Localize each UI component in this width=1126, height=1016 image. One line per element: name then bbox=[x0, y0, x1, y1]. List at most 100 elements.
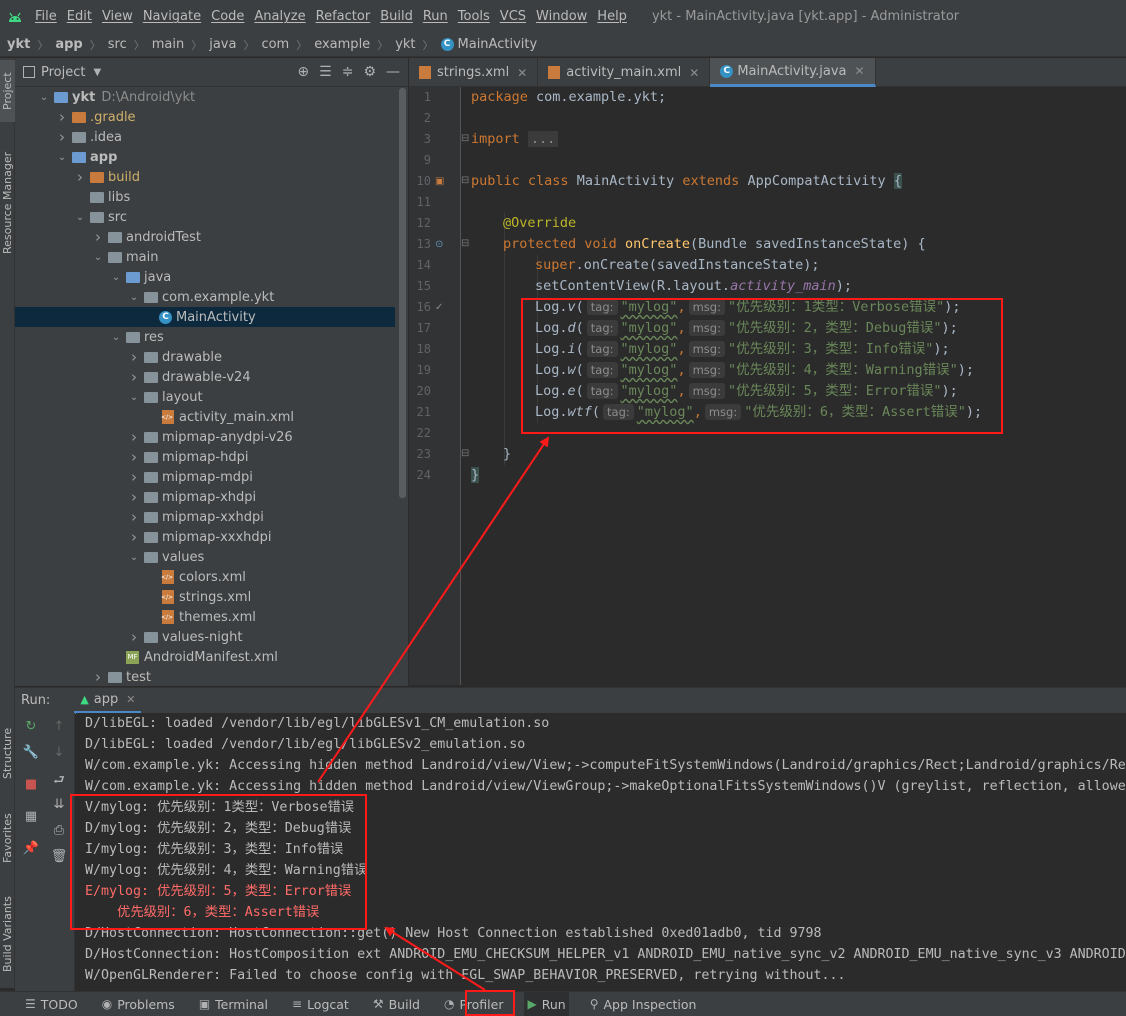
layout-file-icon[interactable]: ▣ bbox=[435, 171, 444, 192]
chevron-right-icon[interactable]: › bbox=[127, 468, 141, 486]
tree-item[interactable]: › mipmap-xhdpi bbox=[15, 487, 395, 507]
breadcrumb-item[interactable]: example bbox=[311, 37, 373, 52]
tree-item[interactable]: MF AndroidManifest.xml bbox=[15, 647, 395, 667]
chevron-down-icon[interactable]: ⌄ bbox=[37, 92, 51, 103]
tree-item[interactable]: › mipmap-anydpi-v26 bbox=[15, 427, 395, 447]
layout-icon[interactable]: ▦ bbox=[21, 809, 41, 824]
tree-item[interactable]: › build bbox=[15, 167, 395, 187]
chevron-right-icon[interactable]: › bbox=[127, 448, 141, 466]
tool-window-terminal[interactable]: ▣ Terminal bbox=[196, 992, 271, 1016]
tree-item[interactable]: ⌄ com.example.ykt bbox=[15, 287, 395, 307]
tree-item[interactable]: themes.xml bbox=[15, 607, 395, 627]
chevron-down-icon[interactable]: ⌄ bbox=[55, 152, 69, 163]
up-arrow-icon[interactable]: ↑ bbox=[49, 719, 69, 734]
tool-window-app-inspection[interactable]: ⚲ App Inspection bbox=[587, 992, 700, 1016]
collapse-all-icon[interactable]: ≑ bbox=[342, 64, 354, 80]
breadcrumb-item[interactable]: src bbox=[105, 37, 130, 52]
menu-analyze[interactable]: Analyze bbox=[249, 9, 310, 24]
chevron-right-icon[interactable]: › bbox=[91, 668, 105, 686]
tool-window-problems[interactable]: ◉ Problems bbox=[99, 992, 178, 1016]
chevron-right-icon[interactable]: › bbox=[127, 488, 141, 506]
project-scrollbar[interactable] bbox=[399, 88, 406, 498]
breadcrumb-item[interactable]: ykt bbox=[4, 37, 33, 52]
chevron-right-icon[interactable]: › bbox=[127, 628, 141, 646]
breadcrumb-item[interactable]: main bbox=[149, 37, 187, 52]
print-icon[interactable]: ⎙ bbox=[49, 823, 69, 838]
tree-item[interactable]: › mipmap-xxhdpi bbox=[15, 507, 395, 527]
locate-icon[interactable]: ⊕ bbox=[297, 64, 309, 80]
breadcrumb-item[interactable]: com bbox=[258, 37, 292, 52]
breadcrumb-item[interactable]: java bbox=[206, 37, 239, 52]
run-console[interactable]: D/libEGL: loaded /vendor/lib/egl/libGLES… bbox=[76, 713, 1126, 991]
menu-vcs[interactable]: VCS bbox=[495, 9, 531, 24]
tab-strings-xml[interactable]: strings.xml ✕ bbox=[409, 58, 539, 87]
tool-tab-project[interactable]: Project bbox=[0, 60, 15, 122]
tree-item[interactable]: › mipmap-mdpi bbox=[15, 467, 395, 487]
tree-item[interactable]: › .idea bbox=[15, 127, 395, 147]
tool-tab-favorites[interactable]: Favorites bbox=[0, 798, 15, 878]
folded-imports[interactable]: ... bbox=[527, 131, 559, 147]
chevron-right-icon[interactable]: › bbox=[55, 128, 69, 146]
rerun-icon[interactable]: ↻ bbox=[21, 719, 41, 734]
tree-item[interactable]: C MainActivity bbox=[15, 307, 395, 327]
tab-activity-main-xml[interactable]: activity_main.xml ✕ bbox=[538, 58, 711, 87]
chevron-right-icon[interactable]: › bbox=[127, 428, 141, 446]
tree-item[interactable]: ⌄ java bbox=[15, 267, 395, 287]
tab-main-activity-java[interactable]: C MainActivity.java ✕ bbox=[710, 58, 876, 87]
down-arrow-icon[interactable]: ↓ bbox=[49, 745, 69, 760]
pin-icon[interactable]: 📌 bbox=[21, 841, 41, 856]
close-icon[interactable]: ✕ bbox=[689, 66, 699, 80]
tree-item[interactable]: › mipmap-hdpi bbox=[15, 447, 395, 467]
tree-item[interactable]: ⌄ main bbox=[15, 247, 395, 267]
chevron-right-icon[interactable]: › bbox=[127, 508, 141, 526]
breadcrumb-item[interactable]: app bbox=[52, 37, 85, 52]
tree-item[interactable]: › androidTest bbox=[15, 227, 395, 247]
fold-icon[interactable]: ⊟ bbox=[461, 448, 469, 459]
chevron-right-icon[interactable]: › bbox=[55, 108, 69, 126]
scroll-to-end-icon[interactable]: ⇊ bbox=[49, 797, 69, 812]
menu-view[interactable]: View bbox=[97, 9, 138, 24]
hide-icon[interactable]: — bbox=[386, 64, 400, 80]
tree-item[interactable]: ⌄ app bbox=[15, 147, 395, 167]
menu-help[interactable]: Help bbox=[592, 9, 632, 24]
tree-item[interactable]: › test bbox=[15, 667, 395, 686]
chevron-down-icon[interactable]: ⌄ bbox=[127, 552, 141, 563]
menu-code[interactable]: Code bbox=[206, 9, 249, 24]
tool-window-run[interactable]: ▶ Run bbox=[524, 991, 569, 1016]
tree-item[interactable]: › drawable-v24 bbox=[15, 367, 395, 387]
chevron-right-icon[interactable]: › bbox=[91, 228, 105, 246]
tool-tab-structure[interactable]: Structure bbox=[0, 713, 15, 793]
fold-icon[interactable]: ⊟ bbox=[461, 238, 469, 249]
tree-item[interactable]: ⌄ layout bbox=[15, 387, 395, 407]
menu-tools[interactable]: Tools bbox=[453, 9, 495, 24]
menu-refactor[interactable]: Refactor bbox=[311, 9, 376, 24]
code-editor[interactable]: 1 2 3 9 10 11 12 13 14 15 16 17 18 19 20… bbox=[409, 87, 1126, 685]
stop-icon[interactable]: ■ bbox=[21, 777, 41, 792]
tree-item[interactable]: ⌄ values bbox=[15, 547, 395, 567]
chevron-down-icon[interactable]: ⌄ bbox=[91, 252, 105, 263]
tree-item[interactable]: activity_main.xml bbox=[15, 407, 395, 427]
tree-item[interactable]: colors.xml bbox=[15, 567, 395, 587]
menu-edit[interactable]: Edit bbox=[62, 9, 97, 24]
chevron-down-icon[interactable]: ⌄ bbox=[109, 332, 123, 343]
chevron-right-icon[interactable]: › bbox=[127, 348, 141, 366]
tree-item[interactable]: › drawable bbox=[15, 347, 395, 367]
project-panel-title[interactable]: Project bbox=[41, 65, 85, 80]
chevron-right-icon[interactable]: › bbox=[73, 168, 87, 186]
menu-navigate[interactable]: Navigate bbox=[138, 9, 206, 24]
chevron-down-icon[interactable]: ▼ bbox=[93, 67, 101, 78]
close-icon[interactable]: ✕ bbox=[855, 64, 865, 78]
run-tab-app[interactable]: ▲ app ✕ bbox=[74, 688, 142, 714]
chevron-right-icon[interactable]: › bbox=[127, 368, 141, 386]
close-icon[interactable]: ✕ bbox=[517, 66, 527, 80]
gear-icon[interactable]: ⚙ bbox=[363, 64, 376, 80]
override-marker-icon[interactable]: ⊙ bbox=[435, 234, 443, 255]
tool-tab-resource-manager[interactable]: Resource Manager bbox=[0, 138, 15, 268]
tree-item[interactable]: ⌄ ykt D:\Android\ykt bbox=[15, 87, 395, 107]
tree-item[interactable]: ⌄ res bbox=[15, 327, 395, 347]
menu-window[interactable]: Window bbox=[531, 9, 592, 24]
chevron-down-icon[interactable]: ⌄ bbox=[73, 212, 87, 223]
close-icon[interactable]: ✕ bbox=[126, 693, 135, 706]
tool-tab-build-variants[interactable]: Build Variants bbox=[0, 884, 15, 984]
tree-item[interactable]: › mipmap-xxxhdpi bbox=[15, 527, 395, 547]
